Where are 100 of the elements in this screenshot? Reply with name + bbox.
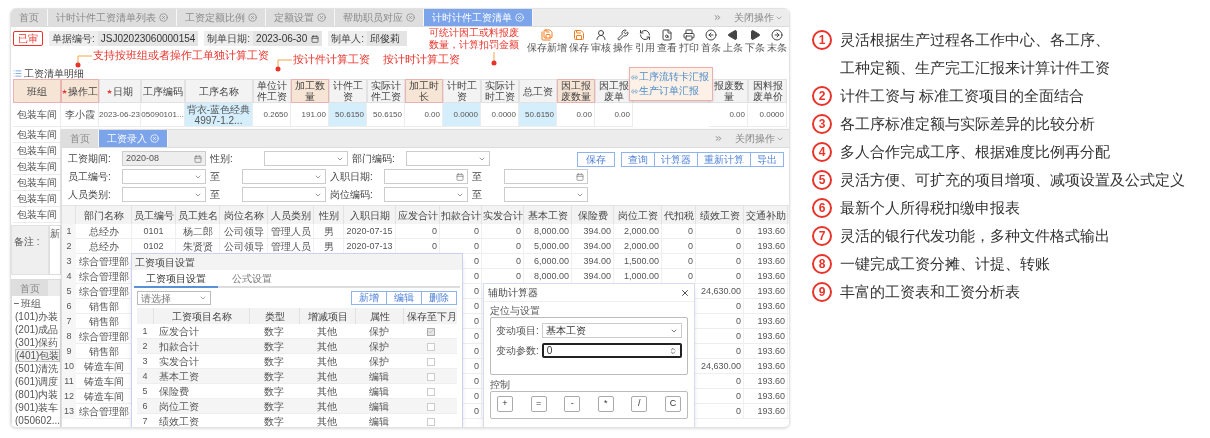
leader-line bbox=[491, 52, 497, 66]
input-field[interactable]: 2023-06-30 bbox=[253, 31, 323, 46]
toolbar-button[interactable]: 重新计算 bbox=[697, 153, 750, 166]
table-cell: 0 bbox=[662, 224, 696, 239]
toolbar-button[interactable]: 查询 bbox=[622, 153, 654, 166]
field-label: 制单人: bbox=[331, 32, 365, 46]
toolbar-button[interactable]: 操作 bbox=[612, 29, 633, 53]
toolbar-button[interactable]: 末条 bbox=[766, 29, 787, 53]
select-field[interactable]: 基本工资 bbox=[541, 323, 682, 338]
toolbar-button[interactable]: 引用 bbox=[634, 29, 655, 53]
save-button[interactable]: 保存 bbox=[577, 152, 615, 167]
calculator-key[interactable]: / bbox=[631, 396, 648, 412]
tree-item[interactable]: (101)办装 bbox=[15, 310, 60, 323]
toolbar-button[interactable]: 删除 bbox=[421, 292, 456, 304]
row-number: 4 bbox=[141, 369, 149, 383]
tree-item[interactable]: (801)内装 bbox=[15, 388, 60, 401]
number-badge: 4 bbox=[812, 142, 832, 162]
field-label: 至 bbox=[210, 188, 221, 202]
table-cell: 193.60 bbox=[744, 314, 788, 329]
calculator-key[interactable]: = bbox=[530, 396, 547, 412]
table-cell: 193.60 bbox=[744, 224, 788, 239]
toolbar-button[interactable]: 保存新增 bbox=[526, 29, 567, 53]
date-field[interactable] bbox=[504, 169, 588, 184]
select-field[interactable] bbox=[122, 169, 206, 184]
toolbar-button[interactable]: 计算器 bbox=[654, 153, 697, 166]
field-label: 人员类别: bbox=[68, 188, 112, 202]
tab[interactable]: 公式设置 bbox=[220, 270, 284, 286]
checkbox[interactable] bbox=[427, 372, 435, 381]
table-cell: 0 bbox=[696, 269, 744, 284]
checkbox[interactable] bbox=[427, 387, 435, 396]
select-field[interactable] bbox=[504, 187, 588, 202]
tree-item[interactable]: (301)保药 bbox=[15, 336, 60, 349]
tree-item[interactable]: (401)包装 bbox=[15, 349, 60, 362]
toolbar-button[interactable]: 下条 bbox=[744, 29, 765, 53]
toolbar-button[interactable]: 导出 bbox=[750, 153, 783, 166]
link-icon bbox=[631, 87, 638, 95]
approved-stamp: 已审 bbox=[13, 31, 43, 46]
column-header: 基本工资 bbox=[524, 206, 572, 224]
calculator-key[interactable]: C bbox=[664, 396, 681, 412]
checkbox[interactable] bbox=[427, 417, 435, 426]
checkbox[interactable] bbox=[427, 342, 435, 351]
table-cell: 李小霞 bbox=[61, 103, 99, 127]
table-cell-text: 基本工资 bbox=[158, 370, 200, 384]
toolbar-button[interactable]: 审核 bbox=[590, 29, 611, 53]
input-field[interactable]: 邱俊莉 bbox=[367, 31, 408, 46]
select-field[interactable] bbox=[264, 151, 348, 166]
toolbar-button[interactable]: 保存 bbox=[568, 29, 589, 53]
select-field[interactable] bbox=[242, 169, 326, 184]
toolbar-button[interactable]: 打印 bbox=[678, 29, 699, 53]
row-number: 6 bbox=[62, 299, 76, 314]
select-field[interactable] bbox=[122, 187, 206, 202]
tree-item[interactable]: (050602... bbox=[15, 414, 60, 427]
file-search-icon bbox=[660, 29, 673, 41]
date-field[interactable] bbox=[384, 169, 468, 184]
column-header: 计件工资 bbox=[329, 79, 367, 103]
close-icon[interactable] bbox=[680, 287, 690, 298]
table-cell: 0 bbox=[696, 374, 744, 389]
table-cell: 0 bbox=[662, 239, 696, 254]
calendar-icon bbox=[194, 154, 202, 163]
table-cell: 0 bbox=[696, 299, 744, 314]
column-header: 入职日期 bbox=[344, 206, 396, 224]
checkbox[interactable] bbox=[427, 402, 435, 411]
table-cell: 男 bbox=[314, 224, 344, 239]
column-header: 工资项目名称 bbox=[153, 308, 249, 324]
dialog-title: 辅助计算器 bbox=[488, 286, 538, 300]
spinner-icon[interactable] bbox=[669, 346, 677, 355]
select-field[interactable] bbox=[242, 187, 326, 202]
double-chevron-icon[interactable] bbox=[714, 134, 723, 143]
toolbar-button[interactable]: 上条 bbox=[722, 29, 743, 53]
field-label: 入职日期: bbox=[330, 170, 374, 184]
table-cell: 394.00 bbox=[572, 254, 614, 269]
select-field[interactable]: 请选择 bbox=[137, 291, 211, 305]
toolbar-button[interactable]: 首条 bbox=[700, 29, 721, 53]
checkbox[interactable] bbox=[427, 327, 435, 336]
double-chevron-icon[interactable] bbox=[713, 13, 722, 22]
table-cell: 0 bbox=[696, 314, 744, 329]
tree-item[interactable]: (501)清洗 bbox=[15, 362, 60, 375]
column-header: 应发合计 bbox=[396, 206, 440, 224]
number-field[interactable]: 0 bbox=[541, 343, 682, 358]
toolbar-button[interactable]: 查看 bbox=[656, 29, 677, 53]
tree-item[interactable]: (201)成品 bbox=[15, 323, 60, 336]
row-number: 2 bbox=[62, 239, 76, 254]
calculator-key[interactable]: * bbox=[597, 396, 614, 412]
select-field[interactable] bbox=[384, 187, 468, 202]
table-cell: 杨二郎 bbox=[176, 224, 220, 239]
checkbox[interactable] bbox=[427, 357, 435, 366]
tab[interactable]: 工资项目设置 bbox=[134, 270, 218, 288]
field-label: 变动项目: bbox=[496, 324, 539, 338]
select-field[interactable] bbox=[406, 151, 490, 166]
tree-item[interactable]: 班组 bbox=[21, 295, 41, 311]
toolbar-button[interactable]: 编辑 bbox=[386, 292, 421, 304]
input-field[interactable]: JSJ02023060000154 bbox=[97, 31, 199, 46]
tree-item[interactable]: (901)装车 bbox=[15, 401, 60, 414]
toolbar-button[interactable]: 新增 bbox=[352, 292, 386, 304]
field-label: 工资期间: bbox=[68, 152, 112, 166]
table-cell-text: 编辑 bbox=[368, 370, 390, 384]
menu-item[interactable]: 生产订单汇报 bbox=[630, 85, 712, 97]
tree-item[interactable]: (601)调度 bbox=[15, 375, 60, 388]
calculator-key[interactable]: - bbox=[564, 396, 581, 412]
calculator-key[interactable]: + bbox=[497, 396, 513, 412]
